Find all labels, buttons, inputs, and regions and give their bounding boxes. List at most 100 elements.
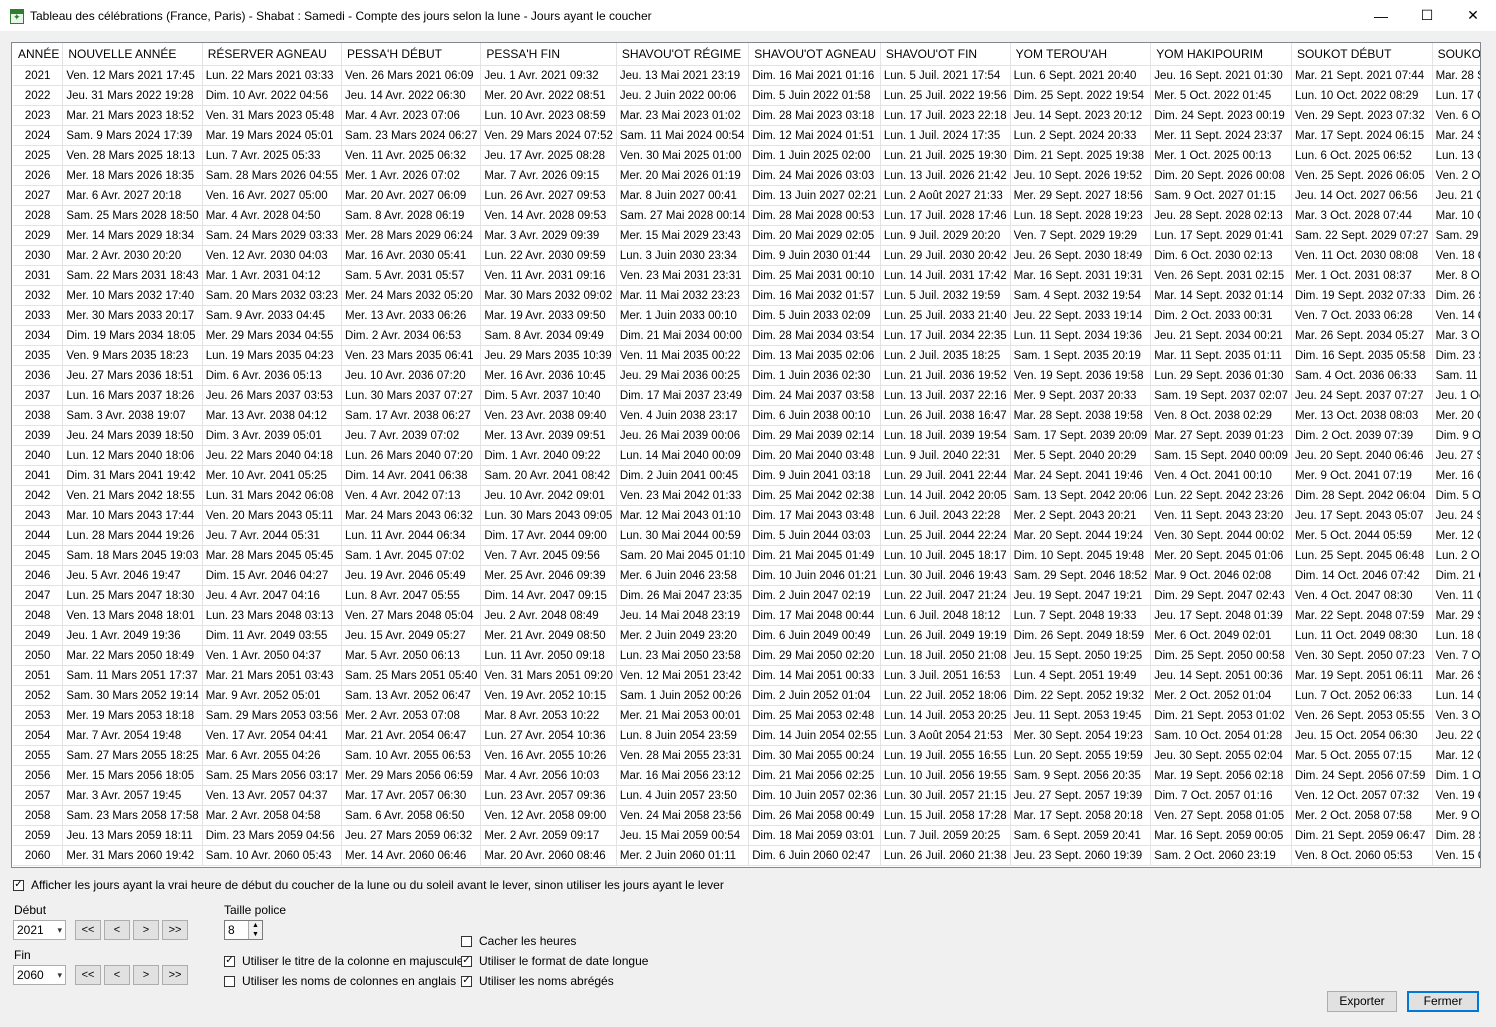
year-cell[interactable]: 2047 <box>13 585 64 606</box>
fin-prev-button[interactable]: < <box>104 965 130 985</box>
date-cell[interactable]: Mer. 5 Oct. 2044 05:59 <box>1291 525 1433 546</box>
date-cell[interactable]: Ven. 12 Oct. 2057 07:32 <box>1291 785 1433 806</box>
date-cell[interactable]: Mar. 19 Mars 2024 05:01 <box>202 125 343 146</box>
date-cell[interactable]: Lun. 30 Mars 2037 07:27 <box>341 385 482 406</box>
date-cell[interactable]: Lun. 30 Juil. 2057 21:15 <box>880 785 1011 806</box>
date-cell[interactable]: Ven. 2 Oct. 2026 15:17 <box>1432 165 1480 186</box>
date-cell[interactable]: Jeu. 10 Avr. 2042 09:01 <box>480 485 617 506</box>
date-cell[interactable]: Ven. 11 Oct. 2047 15:13 <box>1432 585 1480 606</box>
date-cell[interactable]: Ven. 4 Avr. 2042 07:13 <box>341 485 482 506</box>
date-cell[interactable]: Mar. 28 Sept. 2021 15:34 <box>1432 65 1480 86</box>
date-cell[interactable]: Dim. 26 Sept. 2049 18:59 <box>1010 625 1152 646</box>
date-cell[interactable]: Mer. 2 Avr. 2053 07:08 <box>341 705 482 726</box>
table-row[interactable]: 2021 Ven. 12 Mars 2021 17:45 Lun. 22 Mars … <box>13 65 1480 86</box>
date-cell[interactable]: Jeu. 19 Avr. 2046 05:49 <box>341 565 482 586</box>
date-cell[interactable]: Sam. 25 Mars 2051 05:40 <box>341 665 482 686</box>
date-cell[interactable]: Dim. 2 Oct. 2039 07:39 <box>1291 425 1433 446</box>
date-cell[interactable]: Lun. 4 Juin 2057 23:50 <box>616 785 750 806</box>
date-cell[interactable]: Jeu. 28 Sept. 2028 02:13 <box>1150 205 1292 226</box>
column-header[interactable]: PESSA'H DÉBUT <box>341 43 482 66</box>
date-cell[interactable]: Dim. 12 Mai 2024 01:51 <box>748 125 881 146</box>
date-cell[interactable]: Lun. 18 Juil. 2039 19:54 <box>880 425 1011 446</box>
date-cell[interactable]: Dim. 28 Mai 2023 03:18 <box>748 105 881 126</box>
date-cell[interactable]: Ven. 15 Oct. 2060 15:34 <box>1432 845 1480 866</box>
date-cell[interactable]: Lun. 25 Juil. 2022 19:56 <box>880 85 1011 106</box>
date-cell[interactable]: Jeu. 26 Sept. 2030 18:49 <box>1010 245 1152 266</box>
date-cell[interactable]: Ven. 14 Avr. 2028 09:53 <box>480 205 617 226</box>
year-cell[interactable]: 2056 <box>13 765 64 786</box>
date-cell[interactable]: Lun. 6 Juil. 2048 18:12 <box>880 605 1011 626</box>
date-cell[interactable]: Dim. 5 Juin 2022 01:58 <box>748 85 881 106</box>
date-cell[interactable]: Mar. 17 Sept. 2058 20:18 <box>1010 805 1152 826</box>
date-cell[interactable]: Dim. 13 Mai 2035 02:06 <box>748 345 881 366</box>
date-cell[interactable]: Lun. 8 Juin 2054 23:59 <box>616 725 750 746</box>
date-cell[interactable]: Mer. 6 Oct. 2049 02:01 <box>1150 625 1292 646</box>
year-cell[interactable]: 2055 <box>13 745 64 766</box>
date-cell[interactable]: Ven. 30 Sept. 2050 07:23 <box>1291 645 1433 666</box>
date-cell[interactable]: Lun. 11 Avr. 2044 06:34 <box>341 525 482 546</box>
date-cell[interactable]: Mar. 9 Oct. 2046 02:08 <box>1150 565 1292 586</box>
date-cell[interactable]: Ven. 23 Mars 2035 06:41 <box>341 345 482 366</box>
table-row[interactable]: 2031 Sam. 22 Mars 2031 18:43 Mar. 1 Avr. 2… <box>13 265 1480 286</box>
date-cell[interactable]: Ven. 12 Mars 2021 17:45 <box>62 65 203 86</box>
table-row[interactable]: 2038 Sam. 3 Avr. 2038 19:07 Mar. 13 Avr. 2… <box>13 405 1480 426</box>
table-row[interactable]: 2050 Mar. 22 Mars 2050 18:49 Ven. 1 Avr. 2… <box>13 645 1480 666</box>
date-cell[interactable]: Sam. 8 Avr. 2028 06:19 <box>341 205 482 226</box>
date-cell[interactable]: Mer. 1 Oct. 2025 00:13 <box>1150 145 1292 166</box>
date-cell[interactable]: Mer. 5 Sept. 2040 20:29 <box>1010 445 1152 466</box>
date-cell[interactable]: Jeu. 22 Sept. 2033 19:14 <box>1010 305 1152 326</box>
table-row[interactable]: 2025 Ven. 28 Mars 2025 18:13 Lun. 7 Avr. 2… <box>13 145 1480 166</box>
date-cell[interactable]: Sam. 2 Oct. 2060 23:19 <box>1150 845 1292 866</box>
year-cell[interactable]: 2039 <box>13 425 64 446</box>
date-cell[interactable]: Dim. 21 Sept. 2059 06:47 <box>1291 825 1433 846</box>
date-cell[interactable]: Mer. 2 Avr. 2059 09:17 <box>480 825 617 846</box>
date-cell[interactable]: Jeu. 24 Sept. 2043 14:56 <box>1432 505 1480 526</box>
table-row[interactable]: 2060 Mer. 31 Mars 2060 19:42 Sam. 10 Avr. … <box>13 845 1480 866</box>
date-cell[interactable]: Sam. 29 Sept. 2029 14:39 <box>1432 225 1480 246</box>
date-cell[interactable]: Lun. 18 Juil. 2050 21:08 <box>880 645 1011 666</box>
date-cell[interactable]: Dim. 10 Avr. 2022 04:56 <box>202 85 343 106</box>
date-cell[interactable]: Jeu. 27 Mars 2036 18:51 <box>62 365 203 386</box>
date-cell[interactable]: Dim. 14 Mai 2051 00:33 <box>748 665 881 686</box>
date-cell[interactable]: Lun. 30 Mars 2043 09:05 <box>480 505 617 526</box>
date-cell[interactable]: Mar. 29 Sept. 2048 15:12 <box>1432 605 1480 626</box>
table-row[interactable]: 2022 Jeu. 31 Mars 2022 19:28 Dim. 10 Avr. … <box>13 85 1480 106</box>
date-cell[interactable]: Ven. 13 Mars 2048 18:01 <box>62 605 203 626</box>
date-cell[interactable]: Jeu. 29 Mars 2035 10:39 <box>480 345 617 366</box>
date-cell[interactable]: Mar. 28 Mars 2045 05:45 <box>202 545 343 566</box>
column-header[interactable]: ANNÉE <box>13 43 64 66</box>
date-cell[interactable]: Mar. 27 Sept. 2039 01:23 <box>1150 425 1292 446</box>
date-cell[interactable]: Dim. 11 Avr. 2049 03:55 <box>202 625 343 646</box>
date-cell[interactable]: Mer. 1 Juin 2033 00:10 <box>616 305 750 326</box>
close-button[interactable]: Fermer <box>1407 991 1479 1012</box>
date-cell[interactable]: Mer. 11 Sept. 2024 23:37 <box>1150 125 1292 146</box>
date-cell[interactable]: Ven. 28 Mai 2055 23:31 <box>616 745 750 766</box>
date-cell[interactable]: Dim. 28 Sept. 2042 06:04 <box>1291 485 1433 506</box>
date-cell[interactable]: Jeu. 19 Sept. 2047 19:21 <box>1010 585 1152 606</box>
date-cell[interactable]: Lun. 31 Mars 2042 06:08 <box>202 485 343 506</box>
date-cell[interactable]: Dim. 20 Mai 2029 02:05 <box>748 225 881 246</box>
date-cell[interactable]: Jeu. 10 Sept. 2026 19:52 <box>1010 165 1152 186</box>
date-cell[interactable]: Mar. 21 Sept. 2021 07:44 <box>1291 65 1433 86</box>
table-row[interactable]: 2024 Sam. 9 Mars 2024 17:39 Mar. 19 Mars 2… <box>13 125 1480 146</box>
date-cell[interactable]: Mer. 14 Avr. 2060 06:46 <box>341 845 482 866</box>
date-cell[interactable]: Ven. 21 Mars 2042 18:55 <box>62 485 203 506</box>
date-cell[interactable]: Ven. 25 Sept. 2026 06:05 <box>1291 165 1433 186</box>
date-cell[interactable]: Sam. 28 Mars 2026 04:55 <box>202 165 343 186</box>
year-cell[interactable]: 2036 <box>13 365 64 386</box>
date-cell[interactable]: Sam. 20 Mai 2045 01:10 <box>616 545 750 566</box>
date-cell[interactable]: Sam. 9 Mars 2024 17:39 <box>62 125 203 146</box>
date-cell[interactable]: Mar. 24 Sept. 2024 16:07 <box>1432 125 1480 146</box>
date-cell[interactable]: Lun. 9 Juil. 2029 20:20 <box>880 225 1011 246</box>
year-cell[interactable]: 2057 <box>13 785 64 806</box>
date-cell[interactable]: Mer. 1 Avr. 2026 07:02 <box>341 165 482 186</box>
date-cell[interactable]: Mar. 5 Oct. 2055 07:15 <box>1291 745 1433 766</box>
date-cell[interactable]: Mer. 31 Mars 2060 19:42 <box>62 845 203 866</box>
table-row[interactable]: 2049 Jeu. 1 Avr. 2049 19:36 Dim. 11 Avr. 2… <box>13 625 1480 646</box>
date-cell[interactable]: Sam. 9 Sept. 2056 20:35 <box>1010 765 1152 786</box>
date-cell[interactable]: Lun. 12 Mars 2040 18:06 <box>62 445 203 466</box>
date-cell[interactable]: Jeu. 27 Mars 2059 06:32 <box>341 825 482 846</box>
fin-next-button[interactable]: > <box>133 965 159 985</box>
date-cell[interactable]: Ven. 4 Juin 2038 23:17 <box>616 405 750 426</box>
column-header[interactable]: SHAVOU'OT FIN <box>880 43 1011 66</box>
